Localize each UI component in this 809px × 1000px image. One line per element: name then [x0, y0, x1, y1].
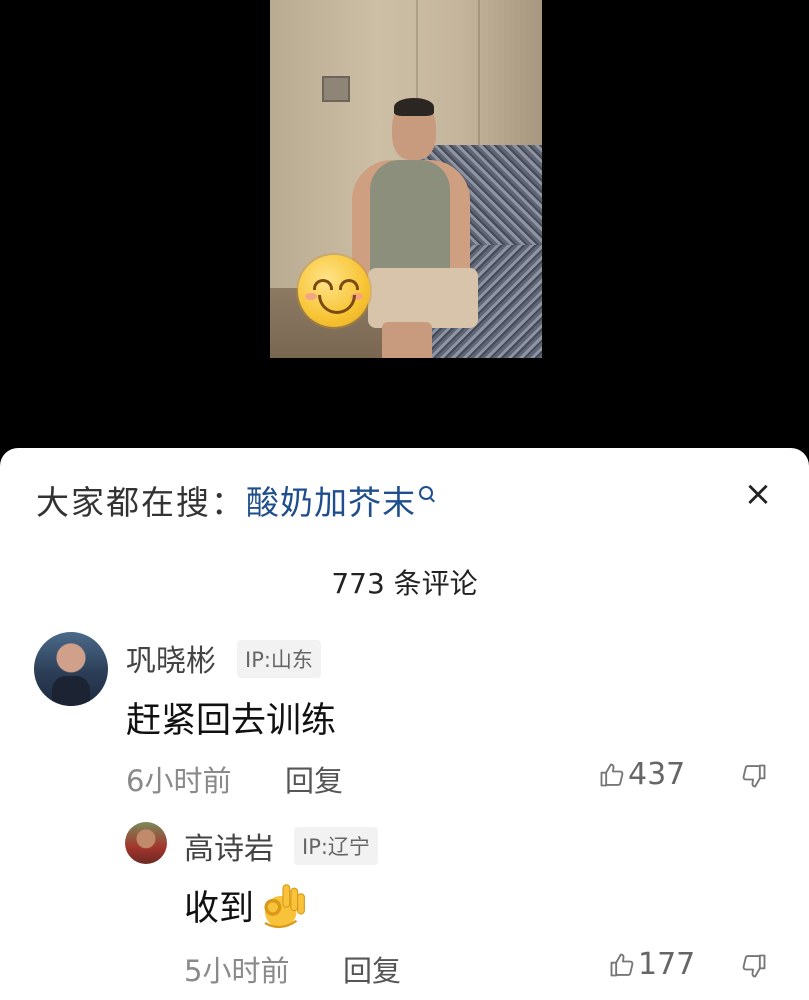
ip-location-tag: IP:辽宁: [294, 827, 378, 865]
trending-search-term[interactable]: 酸奶加芥末: [246, 476, 416, 524]
thumbs-down-icon[interactable]: [740, 762, 768, 790]
video-player[interactable]: [0, 0, 809, 460]
trending-search-bar[interactable]: 大家都在搜： 酸奶加芥末: [36, 474, 433, 526]
thumbs-down-icon[interactable]: [740, 952, 768, 980]
comment-text-content: 收到: [184, 888, 255, 929]
comment-text: 收到: [184, 878, 310, 932]
thumbs-up-icon: [610, 953, 634, 976]
comment-text: 赶紧回去训练: [126, 701, 337, 741]
comment-username[interactable]: 巩晓彬: [126, 636, 216, 680]
comment-time: 5小时前: [184, 954, 290, 988]
smiling-face-sticker: [298, 255, 370, 327]
like-count: 437: [628, 757, 686, 792]
thumbs-up-icon: [600, 763, 624, 786]
trending-search-prefix: 大家都在搜：: [36, 483, 246, 522]
avatar[interactable]: [125, 822, 167, 864]
comment-time: 6小时前: [126, 764, 232, 798]
ip-location-tag: IP:山东: [237, 640, 321, 678]
comment-username[interactable]: 高诗岩: [184, 824, 274, 868]
post-photo: [270, 0, 542, 358]
avatar[interactable]: [34, 632, 108, 706]
like-button[interactable]: 437: [598, 757, 685, 792]
ok-hand-emoji-icon: [264, 884, 305, 929]
like-button[interactable]: 177: [608, 947, 695, 982]
comment-count: 773 条评论: [331, 567, 478, 600]
like-count: 177: [638, 947, 696, 982]
comment-sheet: [0, 448, 809, 1000]
reply-button[interactable]: 回复: [285, 758, 343, 800]
wall-switch: [322, 76, 350, 102]
reply-button[interactable]: 回复: [343, 948, 401, 990]
close-button[interactable]: ×: [738, 474, 778, 514]
search-icon: [419, 486, 433, 500]
